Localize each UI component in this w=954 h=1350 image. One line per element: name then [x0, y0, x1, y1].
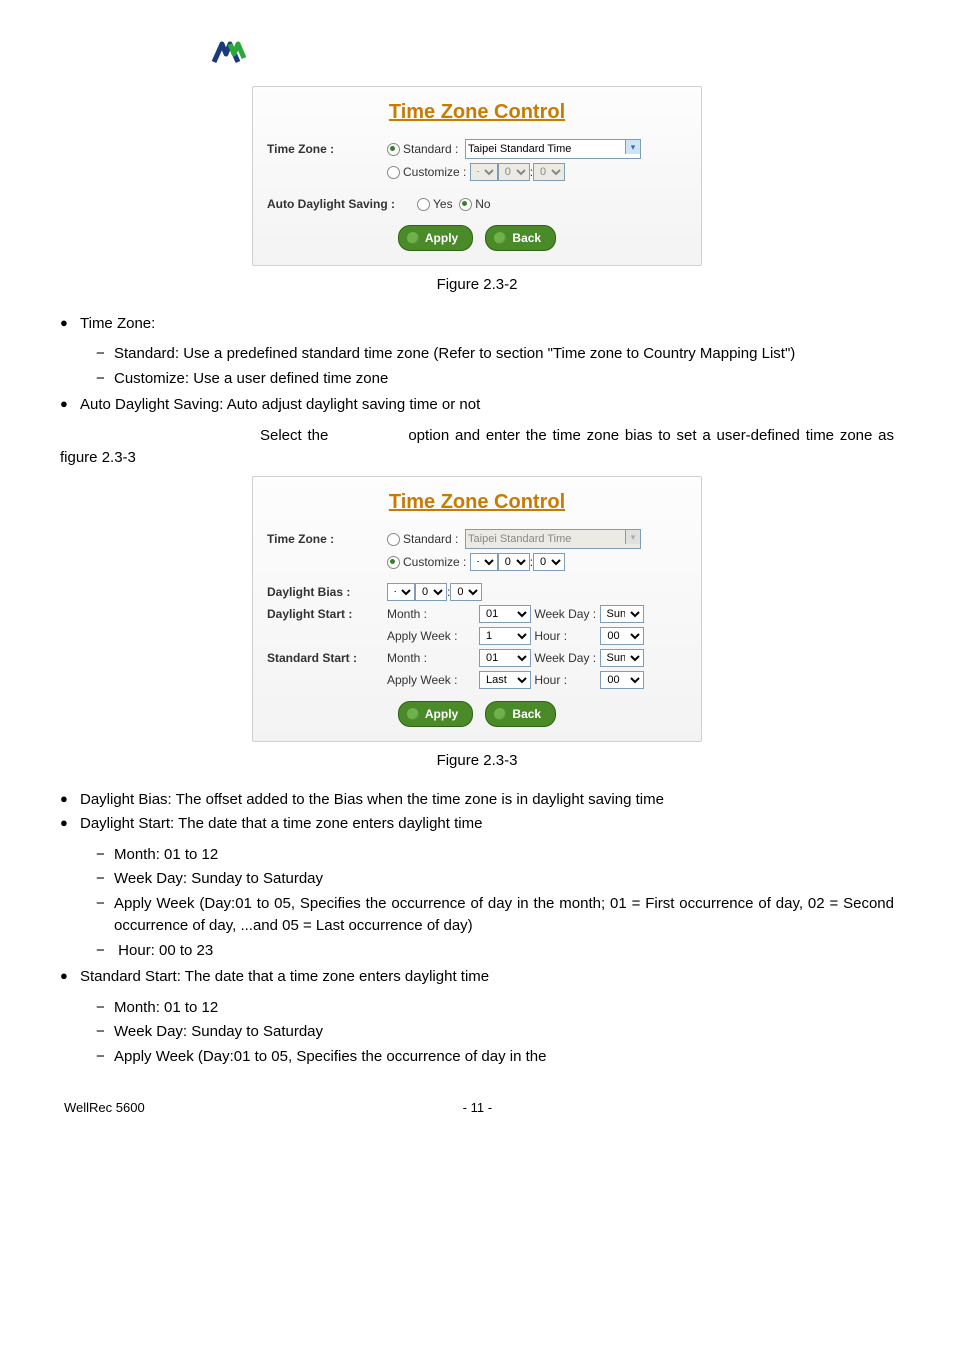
dot-icon	[494, 232, 506, 244]
apply-button[interactable]: Apply	[398, 701, 473, 727]
back-button[interactable]: Back	[485, 225, 556, 251]
weekday-label: Week Day :	[534, 649, 596, 667]
sub-month2: Month: 01 to 12	[96, 997, 894, 1020]
bullet-list-2b: Standard Start: The date that a time zon…	[60, 966, 894, 989]
dstart-month-select[interactable]: 01	[479, 605, 531, 623]
sstart-hour-select[interactable]: 00	[600, 671, 644, 689]
month-label: Month :	[387, 649, 479, 667]
applyweek-label: Apply Week :	[387, 671, 479, 689]
weekday-label: Week Day :	[534, 605, 596, 623]
panel-title: Time Zone Control	[267, 97, 687, 127]
bullet-list-1: Time Zone:	[60, 313, 894, 336]
sstart-applyweek-select[interactable]: Last	[479, 671, 531, 689]
customize-hh-select-2[interactable]: 00	[498, 553, 530, 571]
ads-no-radio[interactable]: No	[459, 195, 490, 213]
standard-start-row2: Apply Week : Last Hour : 00	[267, 671, 687, 689]
dbias-h-select[interactable]: 01	[415, 583, 447, 601]
timezone-label: Time Zone :	[267, 140, 387, 158]
customize-sign-select: +	[470, 163, 498, 181]
dstart-hour-select[interactable]: 00	[600, 627, 644, 645]
sub-hour: Hour: 00 to 23	[96, 940, 894, 963]
footer-pagenum: - 11 -	[463, 1098, 492, 1118]
ads-row: Auto Daylight Saving : Yes No	[267, 195, 687, 213]
daylight-start-row: Daylight Start : Month : 01 Week Day : S…	[267, 605, 687, 623]
customize-sign-select-2[interactable]: +	[470, 553, 498, 571]
hour-label: Hour :	[534, 671, 567, 689]
sub-applyweek: Apply Week (Day:01 to 05, Specifies the …	[96, 893, 894, 938]
bullet-timezone: Time Zone:	[60, 313, 894, 336]
customize-hh-select: 00	[498, 163, 530, 181]
dstart-label: Daylight Start :	[267, 605, 387, 623]
chevron-down-icon: ▾	[625, 530, 640, 544]
bullet-list-2: Daylight Bias: The offset added to the B…	[60, 789, 894, 836]
bullet-list-1b: Auto Daylight Saving: Auto adjust daylig…	[60, 394, 894, 417]
customize-mm-select-2[interactable]: 00	[533, 553, 565, 571]
bullet-sstart: Standard Start: The date that a time zon…	[60, 966, 894, 989]
sub-month: Month: 01 to 12	[96, 844, 894, 867]
logo	[210, 40, 894, 78]
sub-customize: Customize: Use a user defined time zone	[96, 368, 894, 391]
hour-label: Hour :	[534, 627, 567, 645]
dstart-applyweek-select[interactable]: 1	[479, 627, 531, 645]
sub-list-2: Month: 01 to 12 Week Day: Sunday to Satu…	[60, 844, 894, 963]
bullet-ads: Auto Daylight Saving: Auto adjust daylig…	[60, 394, 894, 417]
back-button[interactable]: Back	[485, 701, 556, 727]
standard-select-2: ▾	[465, 529, 641, 549]
figure-caption-1: Figure 2.3-2	[60, 274, 894, 297]
dot-icon	[407, 232, 419, 244]
customize-row: Customize : + 00 : 00	[267, 163, 687, 181]
standard-radio-label: Standard :	[403, 142, 458, 156]
bullet-dstart: Daylight Start: The date that a time zon…	[60, 813, 894, 836]
button-row: Apply Back	[267, 217, 687, 252]
sstart-month-select[interactable]: 01	[479, 649, 531, 667]
bullet-dbias: Daylight Bias: The offset added to the B…	[60, 789, 894, 812]
ads-yes-radio[interactable]: Yes	[417, 195, 453, 213]
customize-row-2: Customize : + 00 : 00	[267, 553, 687, 571]
sstart-weekday-select[interactable]: Sun	[600, 649, 644, 667]
customize-radio[interactable]: Customize :	[387, 163, 466, 181]
time-zone-control-panel-2: Time Zone Control Time Zone : Standard :…	[252, 476, 702, 743]
dbias-sign-select[interactable]: +	[387, 583, 415, 601]
dbias-m-select[interactable]: 00	[450, 583, 482, 601]
para-customize: Select theoption and enter the time zone…	[60, 425, 894, 470]
standard-radio[interactable]: Standard :	[387, 140, 458, 158]
timezone-row: Time Zone : Standard : ▾	[267, 139, 687, 159]
daylight-start-row2: Apply Week : 1 Hour : 00	[267, 627, 687, 645]
customize-mm-select: 00	[533, 163, 565, 181]
timezone-label: Time Zone :	[267, 530, 387, 548]
daylight-bias-row: Daylight Bias : + 01 : 00	[267, 583, 687, 601]
dot-icon	[494, 708, 506, 720]
sub-list-2b: Month: 01 to 12 Week Day: Sunday to Satu…	[60, 997, 894, 1069]
month-label: Month :	[387, 605, 479, 623]
dstart-weekday-select[interactable]: Sun	[600, 605, 644, 623]
sub-standard: Standard: Use a predefined standard time…	[96, 343, 894, 366]
sub-list-1: Standard: Use a predefined standard time…	[60, 343, 894, 390]
time-zone-control-panel-1: Time Zone Control Time Zone : Standard :…	[252, 86, 702, 267]
sub-weekday2: Week Day: Sunday to Saturday	[96, 1021, 894, 1044]
panel-title: Time Zone Control	[267, 487, 687, 517]
sstart-label: Standard Start :	[267, 649, 387, 667]
apply-button[interactable]: Apply	[398, 225, 473, 251]
sub-applyweek2: Apply Week (Day:01 to 05, Specifies the …	[96, 1046, 894, 1069]
ads-label: Auto Daylight Saving :	[267, 195, 417, 213]
dot-icon	[407, 708, 419, 720]
sub-weekday: Week Day: Sunday to Saturday	[96, 868, 894, 891]
customize-radio-label: Customize :	[403, 165, 466, 179]
footer-left: WellRec 5600	[64, 1098, 145, 1118]
dbias-label: Daylight Bias :	[267, 583, 387, 601]
page-footer: WellRec 5600 - 11 -	[60, 1098, 894, 1118]
timezone-row-2: Time Zone : Standard : ▾	[267, 529, 687, 549]
standard-select-value[interactable]	[465, 139, 641, 159]
figure-caption-2: Figure 2.3-3	[60, 750, 894, 773]
button-row-2: Apply Back	[267, 693, 687, 728]
standard-select[interactable]: ▾	[465, 139, 641, 159]
customize-radio-2[interactable]: Customize :	[387, 553, 466, 571]
standard-radio-2[interactable]: Standard :	[387, 530, 458, 548]
standard-start-row: Standard Start : Month : 01 Week Day : S…	[267, 649, 687, 667]
chevron-down-icon: ▾	[625, 140, 640, 154]
applyweek-label: Apply Week :	[387, 627, 479, 645]
